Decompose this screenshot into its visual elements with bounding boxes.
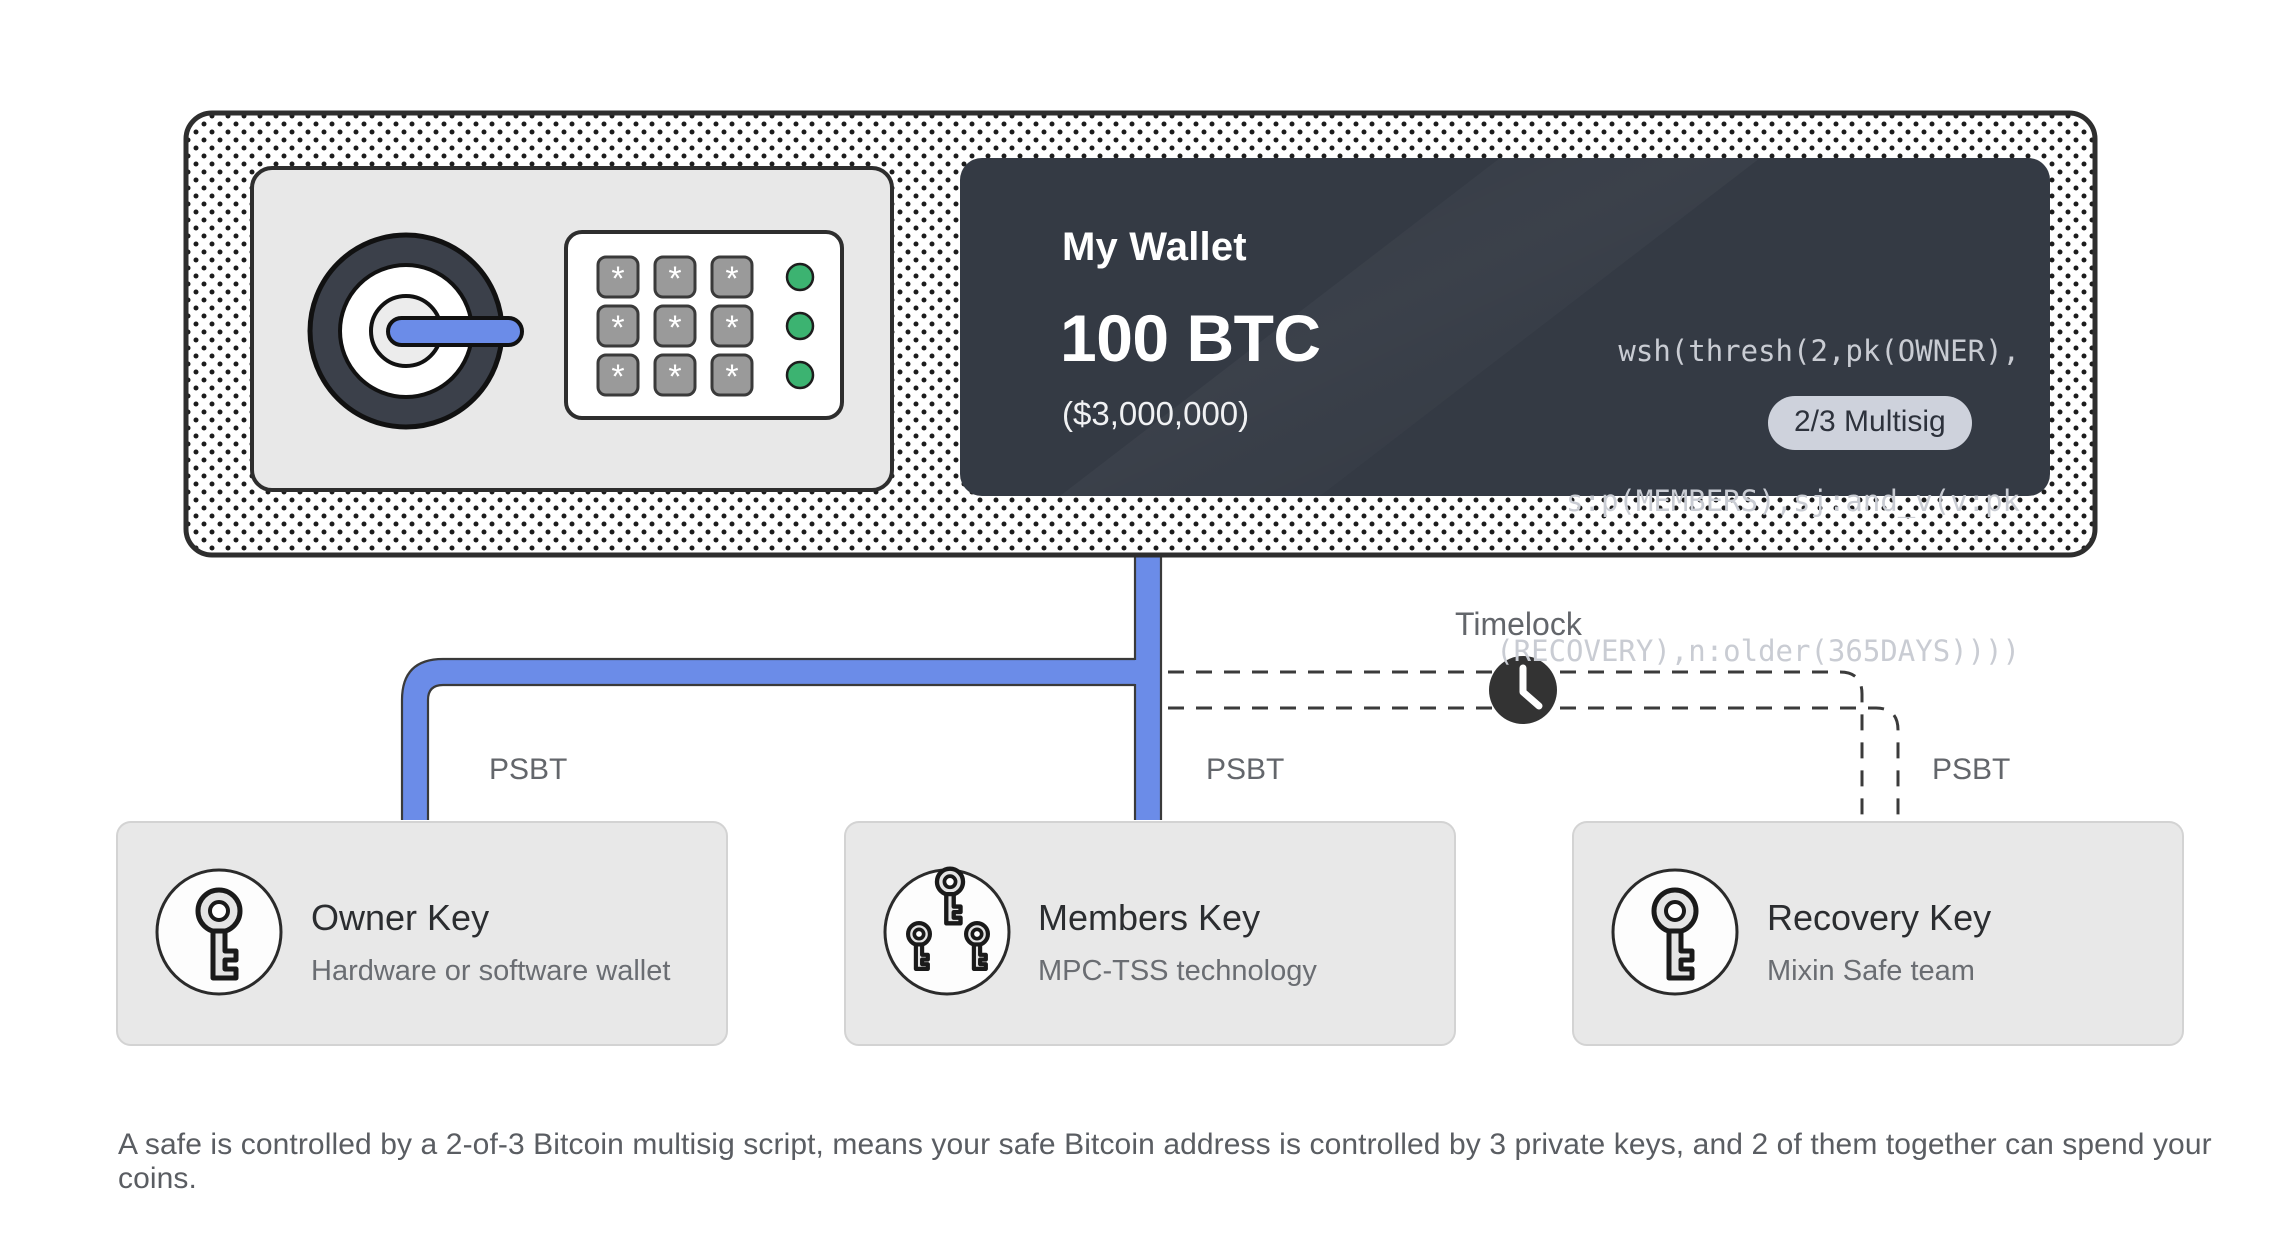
- key-card-subtitle-recovery: Mixin Safe team: [1767, 955, 1975, 987]
- wallet-name: My Wallet: [1062, 225, 1247, 269]
- descriptor-line-1: wsh(thresh(2,pk(OWNER),: [1618, 334, 2020, 368]
- single-key-icon: [1611, 868, 1739, 996]
- svg-text:*: *: [725, 358, 738, 396]
- svg-text:*: *: [668, 309, 681, 347]
- multisig-badge[interactable]: 2/3 Multisig: [1768, 396, 1972, 450]
- svg-text:*: *: [668, 260, 681, 298]
- key-card-subtitle-owner: Hardware or software wallet: [311, 955, 671, 987]
- diagram-canvas: * * * * * * * * * My Wallet 100 BTC ($3,…: [0, 0, 2272, 1260]
- three-keys-icon: [883, 866, 1011, 996]
- timelock-label: Timelock: [1455, 606, 1582, 642]
- svg-text:*: *: [611, 260, 624, 298]
- diagram-caption: A safe is controlled by a 2-of-3 Bitcoin…: [118, 1128, 2212, 1195]
- safe-door: * * * * * * * * *: [250, 166, 894, 492]
- svg-text:*: *: [668, 358, 681, 396]
- svg-text:*: *: [725, 309, 738, 347]
- svg-text:*: *: [611, 309, 624, 347]
- svg-text:*: *: [611, 358, 624, 396]
- safe-keypad[interactable]: * * * * * * * * *: [564, 230, 844, 420]
- keypad-leds: [785, 262, 815, 390]
- psbt-label-recovery: PSBT: [1932, 753, 2011, 786]
- psbt-label-owner: PSBT: [489, 753, 568, 786]
- wallet-descriptor: wsh(thresh(2,pk(OWNER), s:p(MEMBERS),sj:…: [1420, 226, 2020, 776]
- descriptor-line-2: s:p(MEMBERS),sj:and_v(v:pk: [1566, 484, 2020, 518]
- svg-text:*: *: [725, 260, 738, 298]
- psbt-label-members: PSBT: [1206, 753, 1285, 786]
- key-card-title-recovery: Recovery Key: [1767, 897, 1992, 938]
- wallet-amount: 100 BTC: [1060, 301, 1321, 375]
- key-card-title-members: Members Key: [1038, 897, 1261, 938]
- wallet-fiat-value: ($3,000,000): [1062, 395, 1250, 432]
- key-card-title-owner: Owner Key: [311, 897, 490, 938]
- key-card-subtitle-members: MPC-TSS technology: [1038, 955, 1317, 987]
- single-key-icon: [155, 868, 283, 996]
